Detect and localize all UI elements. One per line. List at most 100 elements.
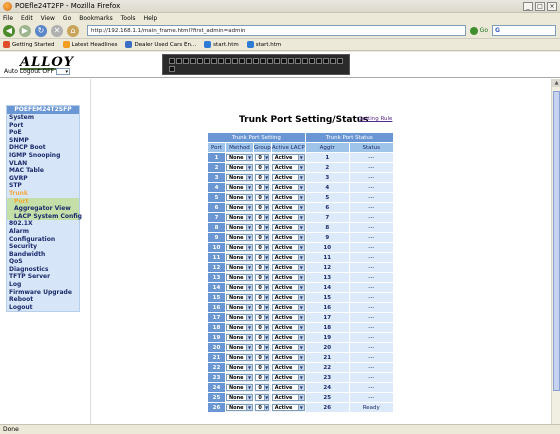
dropdown-arrow-icon[interactable]: ▼ xyxy=(263,265,269,270)
dropdown-arrow-icon[interactable]: ▼ xyxy=(297,275,304,280)
method-select[interactable]: None ▼ xyxy=(226,334,253,341)
group-select[interactable]: 0 ▼ xyxy=(255,394,270,401)
group-select[interactable]: 0 ▼ xyxy=(255,204,270,211)
bookmark-item[interactable]: Latest Headlines xyxy=(62,41,117,48)
forward-icon[interactable]: ▶ xyxy=(19,24,31,37)
dropdown-arrow-icon[interactable]: ▼ xyxy=(246,155,252,160)
sidebar-item-bandwidth[interactable]: Bandwidth xyxy=(7,251,79,259)
dropdown-arrow-icon[interactable]: ▼ xyxy=(263,205,269,210)
dropdown-arrow-icon[interactable]: ▼ xyxy=(297,195,304,200)
method-select[interactable]: None ▼ xyxy=(226,194,253,201)
sidebar-item-vlan[interactable]: VLAN xyxy=(7,160,79,168)
group-select[interactable]: 0 ▼ xyxy=(255,194,270,201)
method-select[interactable]: None ▼ xyxy=(226,384,253,391)
dropdown-arrow-icon[interactable]: ▼ xyxy=(297,355,304,360)
go-button[interactable]: Go xyxy=(469,26,488,35)
active-lacp-select[interactable]: Active ▼ xyxy=(271,344,305,351)
group-select[interactable]: 0 ▼ xyxy=(255,374,270,381)
menu-help[interactable]: Help xyxy=(144,15,158,22)
method-select[interactable]: None ▼ xyxy=(226,354,253,361)
url-input[interactable]: http://192.168.1.1/main_frame.html?first… xyxy=(87,25,466,36)
dropdown-arrow-icon[interactable]: ▼ xyxy=(246,385,252,390)
sidebar-item-reboot[interactable]: Reboot xyxy=(7,296,79,304)
active-lacp-select[interactable]: Active ▼ xyxy=(271,394,305,401)
active-lacp-select[interactable]: Active ▼ xyxy=(271,404,305,411)
dropdown-arrow-icon[interactable]: ▼ xyxy=(297,305,304,310)
dropdown-arrow-icon[interactable]: ▼ xyxy=(297,235,304,240)
dropdown-arrow-icon[interactable]: ▼ xyxy=(263,305,269,310)
dropdown-arrow-icon[interactable]: ▼ xyxy=(297,335,304,340)
active-lacp-select[interactable]: Active ▼ xyxy=(271,264,305,271)
active-lacp-select[interactable]: Active ▼ xyxy=(271,204,305,211)
dropdown-arrow-icon[interactable]: ▼ xyxy=(246,225,252,230)
group-select[interactable]: 0 ▼ xyxy=(255,184,270,191)
close-button[interactable]: × xyxy=(547,1,557,11)
active-lacp-select[interactable]: Active ▼ xyxy=(271,174,305,181)
auto-logout-select[interactable]: ▾ xyxy=(56,68,71,75)
active-lacp-select[interactable]: Active ▼ xyxy=(271,364,305,371)
dropdown-arrow-icon[interactable]: ▼ xyxy=(297,405,304,410)
menu-go[interactable]: Go xyxy=(63,15,71,22)
dropdown-arrow-icon[interactable]: ▼ xyxy=(297,365,304,370)
dropdown-arrow-icon[interactable]: ▼ xyxy=(263,235,269,240)
dropdown-arrow-icon[interactable]: ▼ xyxy=(246,345,252,350)
dropdown-arrow-icon[interactable]: ▼ xyxy=(263,355,269,360)
dropdown-arrow-icon[interactable]: ▼ xyxy=(246,265,252,270)
active-lacp-select[interactable]: Active ▼ xyxy=(271,154,305,161)
method-select[interactable]: None ▼ xyxy=(226,374,253,381)
dropdown-arrow-icon[interactable]: ▼ xyxy=(297,155,304,160)
group-select[interactable]: 0 ▼ xyxy=(255,384,270,391)
bookmark-item[interactable]: Dealer Used Cars En... xyxy=(125,41,196,48)
dropdown-arrow-icon[interactable]: ▼ xyxy=(246,175,252,180)
dropdown-arrow-icon[interactable]: ▼ xyxy=(297,215,304,220)
method-select[interactable]: None ▼ xyxy=(226,274,253,281)
vertical-scrollbar[interactable]: ▲ xyxy=(551,79,560,424)
dropdown-arrow-icon[interactable]: ▼ xyxy=(297,255,304,260)
dropdown-arrow-icon[interactable]: ▼ xyxy=(263,225,269,230)
dropdown-arrow-icon[interactable]: ▼ xyxy=(246,205,252,210)
group-select[interactable]: 0 ▼ xyxy=(255,254,270,261)
method-select[interactable]: None ▼ xyxy=(226,304,253,311)
dropdown-arrow-icon[interactable]: ▼ xyxy=(263,395,269,400)
group-select[interactable]: 0 ▼ xyxy=(255,174,270,181)
active-lacp-select[interactable]: Active ▼ xyxy=(271,274,305,281)
dropdown-arrow-icon[interactable]: ▼ xyxy=(263,375,269,380)
group-select[interactable]: 0 ▼ xyxy=(255,344,270,351)
scrollbar-thumb[interactable] xyxy=(553,91,560,391)
bookmark-item[interactable]: start.htm xyxy=(246,41,281,48)
dropdown-arrow-icon[interactable]: ▼ xyxy=(246,295,252,300)
sidebar-item-dhcp-boot[interactable]: DHCP Boot xyxy=(7,144,79,152)
group-select[interactable]: 0 ▼ xyxy=(255,164,270,171)
dropdown-arrow-icon[interactable]: ▼ xyxy=(246,185,252,190)
sidebar-item-mac-table[interactable]: MAC Table xyxy=(7,167,79,175)
group-select[interactable]: 0 ▼ xyxy=(255,304,270,311)
dropdown-arrow-icon[interactable]: ▼ xyxy=(263,405,269,410)
active-lacp-select[interactable]: Active ▼ xyxy=(271,374,305,381)
sidebar-item-port[interactable]: Port xyxy=(7,197,79,206)
method-select[interactable]: None ▼ xyxy=(226,244,253,251)
sidebar-item-lacp-system-config[interactable]: LACP System Config xyxy=(7,212,82,221)
maximize-button[interactable]: □ xyxy=(535,1,545,11)
dropdown-arrow-icon[interactable]: ▼ xyxy=(246,275,252,280)
method-select[interactable]: None ▼ xyxy=(226,234,253,241)
method-select[interactable]: None ▼ xyxy=(226,284,253,291)
active-lacp-select[interactable]: Active ▼ xyxy=(271,334,305,341)
group-select[interactable]: 0 ▼ xyxy=(255,294,270,301)
active-lacp-select[interactable]: Active ▼ xyxy=(271,304,305,311)
dropdown-arrow-icon[interactable]: ▼ xyxy=(263,365,269,370)
group-select[interactable]: 0 ▼ xyxy=(255,214,270,221)
method-select[interactable]: None ▼ xyxy=(226,224,253,231)
dropdown-arrow-icon[interactable]: ▼ xyxy=(246,285,252,290)
dropdown-arrow-icon[interactable]: ▼ xyxy=(263,175,269,180)
dropdown-arrow-icon[interactable]: ▼ xyxy=(263,215,269,220)
dropdown-arrow-icon[interactable]: ▼ xyxy=(246,315,252,320)
active-lacp-select[interactable]: Active ▼ xyxy=(271,354,305,361)
group-select[interactable]: 0 ▼ xyxy=(255,244,270,251)
stop-icon[interactable]: ✕ xyxy=(51,24,63,37)
scroll-up-icon[interactable]: ▲ xyxy=(552,79,560,87)
dropdown-arrow-icon[interactable]: ▼ xyxy=(246,215,252,220)
sidebar-item-poe[interactable]: PoE xyxy=(7,129,79,137)
dropdown-arrow-icon[interactable]: ▼ xyxy=(297,175,304,180)
active-lacp-select[interactable]: Active ▼ xyxy=(271,244,305,251)
active-lacp-select[interactable]: Active ▼ xyxy=(271,234,305,241)
